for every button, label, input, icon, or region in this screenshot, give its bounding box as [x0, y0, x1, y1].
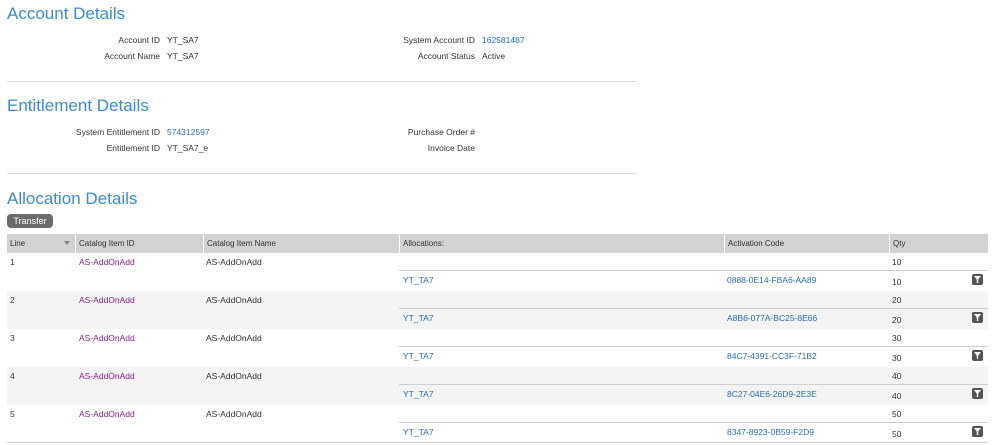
line-qty: 20: [892, 295, 902, 305]
filter-icon[interactable]: [972, 274, 983, 285]
account-status-value: Active: [482, 51, 506, 61]
allocation-account-link[interactable]: YT_TA7: [403, 427, 434, 437]
catalog-item-id-link[interactable]: AS-AddOnAdd: [79, 409, 135, 419]
allocation-account-link[interactable]: YT_TA7: [403, 389, 434, 399]
line-number: 4: [10, 371, 15, 381]
column-header-line[interactable]: Line: [7, 234, 75, 253]
catalog-item-id-link[interactable]: AS-AddOnAdd: [79, 333, 135, 343]
line-number: 2: [10, 295, 15, 305]
allocation-account-link[interactable]: YT_TA7: [403, 275, 434, 285]
invoice-date-label: Invoice Date: [427, 143, 475, 153]
activation-code-link[interactable]: 0888-0E14-FBA6-AA89: [727, 275, 816, 285]
activation-code-link[interactable]: 8347-8923-0B59-F2D9: [727, 427, 814, 437]
sort-icon[interactable]: [64, 241, 70, 245]
column-header-catalog-item-name[interactable]: Catalog Item Name: [203, 234, 399, 253]
line-qty: 50: [892, 409, 902, 419]
account-id-value: YT_SA7: [167, 35, 199, 45]
divider: [7, 81, 637, 82]
account-name-label: Account Name: [104, 51, 160, 61]
catalog-item-name: AS-AddOnAdd: [206, 257, 262, 267]
allocation-qty: 10: [892, 277, 902, 287]
transfer-button[interactable]: Transfer: [7, 214, 53, 228]
line-number: 3: [10, 333, 15, 343]
account-status-label: Account Status: [417, 51, 475, 61]
column-header-allocations[interactable]: Allocations:: [399, 234, 724, 253]
system-account-id-label: System Account ID: [403, 35, 475, 45]
catalog-item-name: AS-AddOnAdd: [206, 409, 262, 419]
allocation-qty: 40: [892, 391, 902, 401]
filter-icon[interactable]: [972, 388, 983, 399]
allocation-account-link[interactable]: YT_TA7: [403, 313, 434, 323]
table-row-background: [7, 291, 988, 329]
catalog-item-id-link[interactable]: AS-AddOnAdd: [79, 257, 135, 267]
line-number: 5: [10, 409, 15, 419]
filter-icon[interactable]: [972, 350, 983, 361]
allocation-qty: 20: [892, 315, 902, 325]
system-account-id-link[interactable]: 162581487: [482, 35, 525, 45]
line-number: 1: [10, 257, 15, 267]
table-bottom-border: [7, 442, 988, 443]
account-id-label: Account ID: [118, 35, 160, 45]
allocation-qty: 50: [892, 429, 902, 439]
account-details-title: Account Details: [7, 4, 126, 23]
catalog-item-name: AS-AddOnAdd: [206, 295, 262, 305]
line-qty: 30: [892, 333, 902, 343]
line-qty: 10: [892, 257, 902, 267]
column-header-activation-code[interactable]: Activation Code: [724, 234, 889, 253]
account-name-value: YT_SA7: [167, 51, 199, 61]
activation-code-link[interactable]: 8C27-04E6-26D9-2E3E: [727, 389, 817, 399]
system-entitlement-id-label: System Entitlement ID: [75, 127, 160, 137]
allocation-separator: [399, 270, 988, 271]
activation-code-link[interactable]: A8B6-077A-BC25-8E66: [727, 313, 817, 323]
filter-icon[interactable]: [972, 312, 983, 323]
table-row-background: [7, 367, 988, 405]
column-header-catalog-item-id[interactable]: Catalog Item ID: [75, 234, 203, 253]
allocation-qty: 30: [892, 353, 902, 363]
divider: [7, 173, 637, 174]
allocation-separator: [399, 422, 988, 423]
allocation-account-link[interactable]: YT_TA7: [403, 351, 434, 361]
system-entitlement-id-link[interactable]: 574312597: [167, 127, 210, 137]
column-line-label: Line: [10, 239, 26, 248]
allocation-details-title: Allocation Details: [7, 189, 138, 208]
line-qty: 40: [892, 371, 902, 381]
catalog-item-name: AS-AddOnAdd: [206, 333, 262, 343]
entitlement-details-title: Entitlement Details: [7, 96, 149, 115]
purchase-order-label: Purchase Order #: [407, 127, 475, 137]
allocation-separator: [399, 308, 988, 309]
catalog-item-name: AS-AddOnAdd: [206, 371, 262, 381]
activation-code-link[interactable]: 84C7-4391-CC3F-71B2: [727, 351, 817, 361]
column-header-qty[interactable]: Qty: [889, 234, 988, 253]
entitlement-id-value: YT_SA7_e: [167, 143, 209, 153]
entitlement-id-label: Entitlement ID: [106, 143, 160, 153]
catalog-item-id-link[interactable]: AS-AddOnAdd: [79, 371, 135, 381]
filter-icon[interactable]: [972, 426, 983, 437]
catalog-item-id-link[interactable]: AS-AddOnAdd: [79, 295, 135, 305]
allocation-separator: [399, 346, 988, 347]
allocation-separator: [399, 384, 988, 385]
table-header: Line Catalog Item ID Catalog Item Name A…: [7, 234, 988, 253]
